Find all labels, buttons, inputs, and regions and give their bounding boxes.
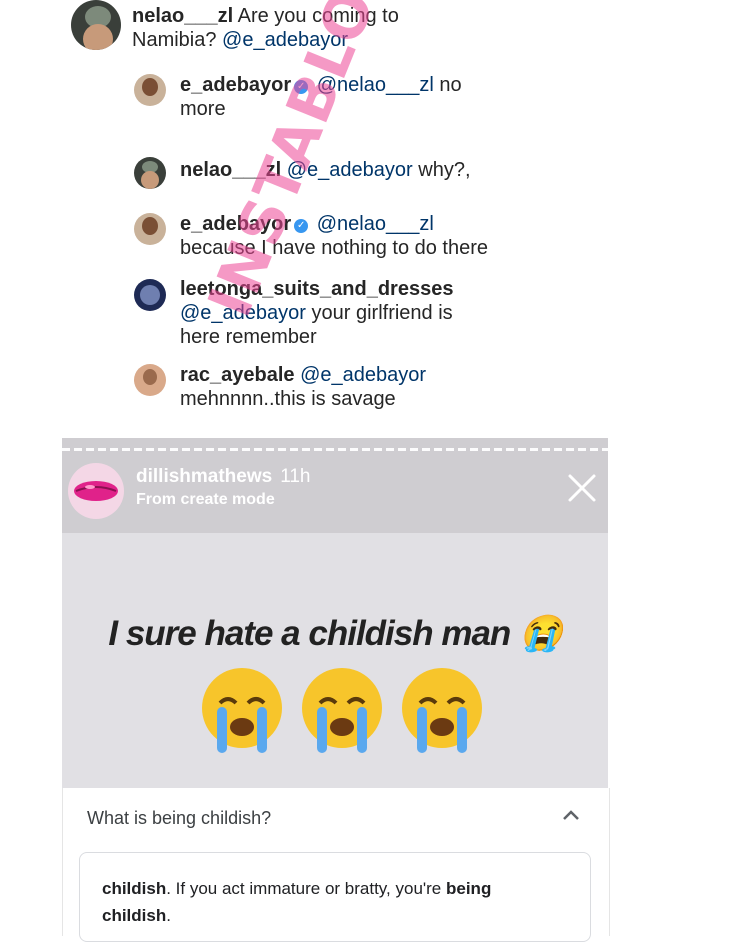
comment-text: why?, [418, 159, 471, 181]
comment-username[interactable]: nelao___zl [132, 5, 233, 27]
story-username-text: dillishmathews [136, 466, 273, 487]
avatar[interactable] [71, 0, 121, 50]
comment-text: your girlfriend is [311, 302, 453, 324]
avatar[interactable] [134, 213, 166, 245]
definition-end: . [166, 906, 171, 925]
definition-text: childish. If you act immature or bratty,… [102, 875, 562, 929]
chevron-up-icon[interactable] [561, 806, 581, 826]
question-text[interactable]: What is being childish? [87, 808, 271, 829]
avatar[interactable] [134, 74, 166, 106]
mention-link[interactable]: @e_adebayor [300, 364, 426, 386]
story-header: dillishmathews 11h From create mode [62, 438, 608, 533]
close-icon[interactable] [565, 471, 599, 505]
definition-card: What is being childish? childish. If you… [62, 788, 610, 942]
lips-icon [74, 481, 118, 501]
story-subtitle: From create mode [136, 491, 275, 508]
comment-username[interactable]: rac_ayebale [180, 364, 295, 386]
avatar[interactable] [134, 364, 166, 396]
comment-text: no [439, 74, 462, 96]
comment: e_adebayor ✓ @nelao___zl no more [180, 73, 600, 121]
definition-box: childish. If you act immature or bratty,… [79, 852, 591, 942]
definition-term: childish [102, 879, 167, 898]
comment-text: more [180, 98, 226, 120]
avatar[interactable] [134, 157, 166, 189]
avatar[interactable] [134, 279, 166, 311]
avatar[interactable] [68, 463, 124, 519]
comment-text: mehnnnn..this is savage [180, 388, 396, 410]
comment: rac_ayebale @e_adebayor mehnnnn..this is… [180, 363, 600, 411]
comment-username[interactable]: e_adebayor [180, 74, 291, 96]
story-progress-bar [62, 448, 608, 451]
comment-text: here remember [180, 326, 317, 348]
story-username[interactable]: dillishmathews 11h [136, 466, 311, 488]
story-caption: I sure hate a childish man 😭 [108, 614, 562, 653]
story-timestamp: 11h [280, 466, 311, 487]
comment-text: Namibia? [132, 29, 217, 51]
crying-emoji-icon [202, 668, 482, 753]
mention-link[interactable]: @nelao___zl [317, 213, 434, 235]
story-view: dillishmathews 11h From create mode I sur… [62, 438, 608, 788]
definition-body: . If you act immature or bratty, you're [166, 879, 446, 898]
